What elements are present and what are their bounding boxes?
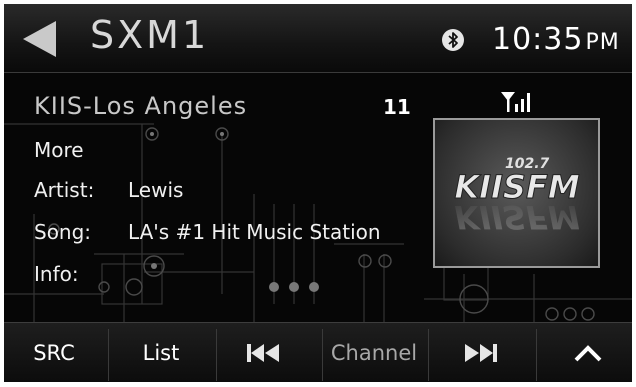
info-label: Info: — [34, 262, 79, 286]
src-button[interactable]: SRC — [14, 323, 94, 382]
back-button[interactable] — [18, 18, 62, 60]
divider — [428, 329, 429, 381]
clock-time: 10:35 — [492, 22, 584, 57]
signal-strength-icon — [501, 92, 530, 112]
clock: 10:35PM — [492, 22, 620, 57]
artist-value: Lewis — [128, 178, 184, 202]
previous-button[interactable] — [224, 323, 304, 382]
more-label[interactable]: More — [34, 138, 84, 162]
divider — [536, 329, 537, 381]
bottom-bar: SRC List Channel — [4, 322, 632, 382]
top-bar: SXM1 10:35PM — [4, 4, 632, 73]
station-name: KIIS-Los Angeles — [34, 92, 248, 120]
album-art: 102.7 KIISFM KIISFM — [433, 118, 600, 268]
source-title: SXM1 — [90, 13, 210, 57]
sxm-radio-screen: SXM1 10:35PM KIIS-Los Angeles 11 More Ar… — [4, 4, 632, 382]
next-button[interactable] — [440, 323, 520, 382]
station-logo: 102.7 KIISFM KIISFM — [454, 156, 581, 236]
logo-reflection: KIISFM — [454, 198, 580, 236]
channel-button[interactable]: Channel — [322, 323, 426, 382]
divider — [216, 329, 217, 381]
song-label: Song: — [34, 220, 92, 244]
back-arrow-icon — [23, 21, 56, 57]
clock-ampm: PM — [585, 30, 620, 55]
channel-number: 11 — [383, 95, 411, 119]
song-value: LA's #1 Hit Music Station — [128, 220, 381, 244]
list-button[interactable]: List — [116, 323, 206, 382]
bluetooth-icon — [442, 29, 464, 51]
next-track-icon — [465, 344, 497, 362]
artist-label: Artist: — [34, 178, 95, 202]
divider — [108, 329, 109, 381]
previous-track-icon — [247, 344, 279, 362]
expand-up-button[interactable] — [548, 323, 628, 382]
chevron-up-icon — [574, 345, 602, 362]
